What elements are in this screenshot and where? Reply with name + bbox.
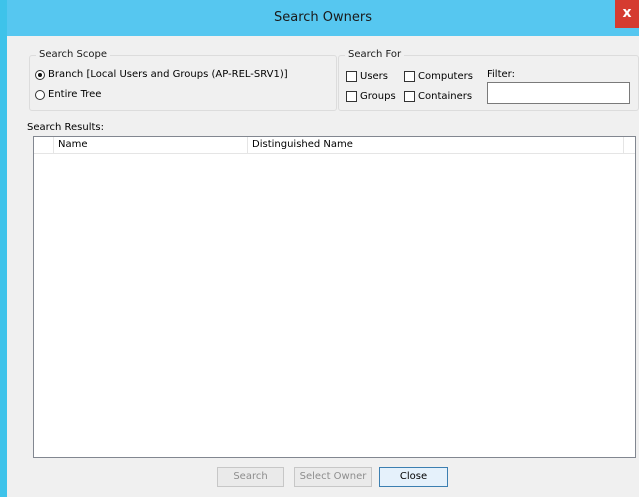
scope-entire-tree-radio[interactable] [35, 89, 45, 100]
containers-checkbox-option[interactable]: Containers [404, 91, 472, 102]
close-button[interactable]: Close [379, 467, 448, 487]
groups-label: Groups [360, 91, 396, 102]
scope-branch-label: Branch [Local Users and Groups (AP-REL-S… [48, 69, 288, 80]
computers-label: Computers [418, 71, 473, 82]
search-results-list[interactable]: Name Distinguished Name [33, 136, 636, 458]
scope-entire-tree-option[interactable]: Entire Tree [35, 89, 101, 100]
search-owners-dialog: Search Owners x Search Scope Branch [Loc… [0, 0, 639, 497]
column-header-distinguished-name[interactable]: Distinguished Name [248, 137, 624, 153]
search-results-label: Search Results: [27, 122, 105, 133]
filter-input[interactable] [487, 82, 630, 104]
users-checkbox[interactable] [346, 71, 357, 82]
column-header-name[interactable]: Name [54, 137, 248, 153]
row-selector-column [34, 137, 54, 153]
users-checkbox-option[interactable]: Users [346, 71, 388, 82]
search-for-group: Search For Users Computers Groups Contai… [338, 49, 639, 111]
computers-checkbox[interactable] [404, 71, 415, 82]
search-scope-group: Search Scope Branch [Local Users and Gro… [29, 49, 337, 111]
search-scope-legend: Search Scope [36, 49, 110, 60]
results-header: Name Distinguished Name [34, 137, 635, 154]
search-button[interactable]: Search [217, 467, 284, 487]
search-for-legend: Search For [345, 49, 405, 60]
scope-entire-tree-label: Entire Tree [48, 89, 102, 100]
groups-checkbox[interactable] [346, 91, 357, 102]
scope-branch-option[interactable]: Branch [Local Users and Groups (AP-REL-S… [35, 69, 288, 80]
groups-checkbox-option[interactable]: Groups [346, 91, 396, 102]
users-label: Users [360, 71, 389, 82]
filter-label: Filter: [487, 69, 515, 80]
window-title: Search Owners [273, 10, 372, 25]
computers-checkbox-option[interactable]: Computers [404, 71, 473, 82]
scope-branch-radio[interactable] [35, 69, 45, 80]
containers-checkbox[interactable] [404, 91, 415, 102]
close-window-button[interactable]: x [615, 0, 639, 28]
containers-label: Containers [418, 91, 473, 102]
select-owner-button[interactable]: Select Owner [294, 467, 372, 487]
title-bar[interactable]: Search Owners x [7, 0, 639, 36]
